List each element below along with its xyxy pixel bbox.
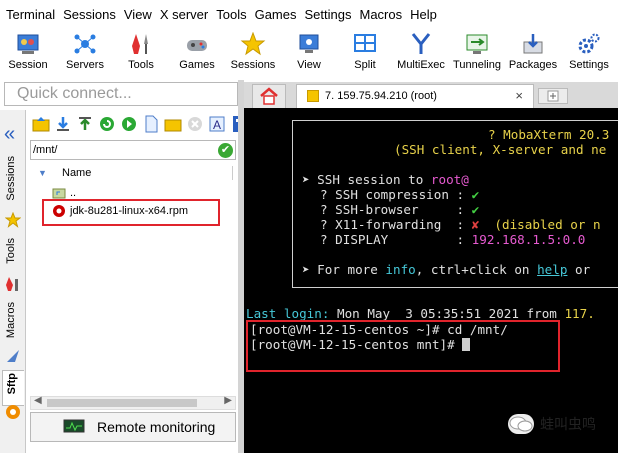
new-tab-button[interactable] bbox=[538, 88, 568, 104]
session-icon bbox=[17, 34, 39, 54]
upload-icon[interactable] bbox=[76, 115, 94, 133]
servers-button[interactable]: Servers bbox=[57, 30, 113, 80]
delete-icon[interactable] bbox=[186, 115, 204, 133]
watermark: 蛙叫虫鸣 bbox=[508, 412, 596, 436]
session-button[interactable]: Session bbox=[0, 30, 56, 80]
highlight-box-file bbox=[42, 199, 220, 226]
sftp-icon bbox=[6, 405, 20, 419]
sftp-path-input[interactable]: /mnt/ ✔ bbox=[30, 140, 236, 160]
view-button[interactable]: View bbox=[281, 30, 337, 80]
session-tab-bar: 7. 159.75.94.210 (root) × bbox=[244, 82, 618, 108]
home-tab[interactable] bbox=[252, 84, 286, 108]
close-icon[interactable]: × bbox=[515, 85, 523, 107]
tab-sftp[interactable]: Sftp bbox=[2, 370, 24, 406]
remote-monitoring-button[interactable]: Remote monitoring bbox=[30, 412, 236, 442]
monitor-icon bbox=[63, 419, 85, 433]
menu-sessions[interactable]: Sessions bbox=[61, 0, 122, 30]
menu-view[interactable]: View bbox=[122, 0, 158, 30]
tools-button[interactable]: Tools bbox=[113, 30, 169, 80]
menu-terminal[interactable]: Terminal bbox=[4, 0, 61, 30]
menu-games[interactable]: Games bbox=[253, 0, 303, 30]
packages-icon bbox=[523, 34, 543, 54]
terminal-view[interactable]: ? MobaXterm 20.3 (SSH client, X-server a… bbox=[244, 108, 618, 453]
games-button[interactable]: Games bbox=[169, 30, 225, 80]
scroll-right-icon[interactable]: ▶ bbox=[224, 395, 232, 406]
games-icon bbox=[187, 40, 207, 51]
side-tabs: « Sessions Tools Macros Sftp bbox=[0, 110, 26, 453]
tools-icon bbox=[132, 34, 148, 54]
download-icon[interactable] bbox=[54, 115, 72, 133]
split-icon bbox=[354, 34, 376, 52]
packages-button[interactable]: Packages bbox=[505, 30, 561, 80]
tunneling-button[interactable]: Tunneling bbox=[449, 30, 505, 80]
new-folder-icon[interactable] bbox=[164, 115, 182, 133]
main-toolbar: Session Servers Tools Games Sessions Vie… bbox=[0, 30, 618, 80]
session-tab[interactable]: 7. 159.75.94.210 (root) × bbox=[296, 84, 534, 108]
tunneling-icon bbox=[466, 34, 488, 54]
split-button[interactable]: Split bbox=[337, 30, 393, 80]
macro-arrow-icon bbox=[7, 350, 19, 362]
new-file-icon[interactable] bbox=[142, 115, 160, 133]
folder-up-icon[interactable] bbox=[32, 115, 50, 133]
rename-icon[interactable]: A bbox=[208, 115, 226, 133]
quick-connect-input[interactable]: Quick connect... bbox=[4, 82, 238, 106]
menu-bar: Terminal Sessions View X server Tools Ga… bbox=[0, 0, 618, 30]
multiexec-icon bbox=[411, 33, 431, 54]
sftp-panel: A /mnt/ ✔ ▼ Name .. jdk-8u281-linux-x64.… bbox=[26, 110, 245, 453]
view-icon bbox=[299, 34, 319, 53]
svg-text:A: A bbox=[213, 118, 221, 132]
tools-icon bbox=[6, 277, 18, 291]
tab-tools[interactable]: Tools bbox=[2, 236, 24, 276]
session-tab-icon bbox=[307, 90, 319, 102]
horizontal-scrollbar[interactable]: ◀ ▶ bbox=[30, 395, 236, 410]
wechat-icon bbox=[508, 414, 534, 434]
tab-macros[interactable]: Macros bbox=[2, 300, 24, 348]
refresh-icon[interactable] bbox=[98, 115, 116, 133]
star-icon bbox=[5, 212, 21, 228]
scroll-left-icon[interactable]: ◀ bbox=[34, 395, 42, 406]
menu-tools[interactable]: Tools bbox=[214, 0, 252, 30]
gear-icon bbox=[578, 33, 600, 54]
tab-sessions[interactable]: Sessions bbox=[2, 154, 24, 216]
sessions-button[interactable]: Sessions bbox=[225, 30, 281, 80]
file-list-header[interactable]: ▼ Name bbox=[30, 164, 236, 182]
collapse-icon[interactable]: « bbox=[4, 124, 15, 144]
terminal-follow-icon[interactable] bbox=[120, 115, 138, 133]
menu-macros[interactable]: Macros bbox=[357, 0, 408, 30]
settings-button[interactable]: Settings bbox=[561, 30, 617, 80]
menu-help[interactable]: Help bbox=[408, 0, 443, 30]
menu-settings[interactable]: Settings bbox=[303, 0, 358, 30]
sort-caret-icon: ▼ bbox=[38, 168, 47, 178]
servers-icon bbox=[74, 34, 96, 54]
highlight-box-commands bbox=[246, 320, 560, 372]
multiexec-button[interactable]: MultiExec bbox=[393, 30, 449, 80]
plus-icon bbox=[547, 90, 559, 102]
home-icon bbox=[260, 87, 278, 105]
sftp-toolbar: A bbox=[26, 110, 245, 138]
star-icon bbox=[240, 32, 266, 56]
check-icon[interactable]: ✔ bbox=[218, 143, 233, 158]
menu-x-server[interactable]: X server bbox=[158, 0, 214, 30]
parent-folder-icon bbox=[52, 188, 66, 199]
